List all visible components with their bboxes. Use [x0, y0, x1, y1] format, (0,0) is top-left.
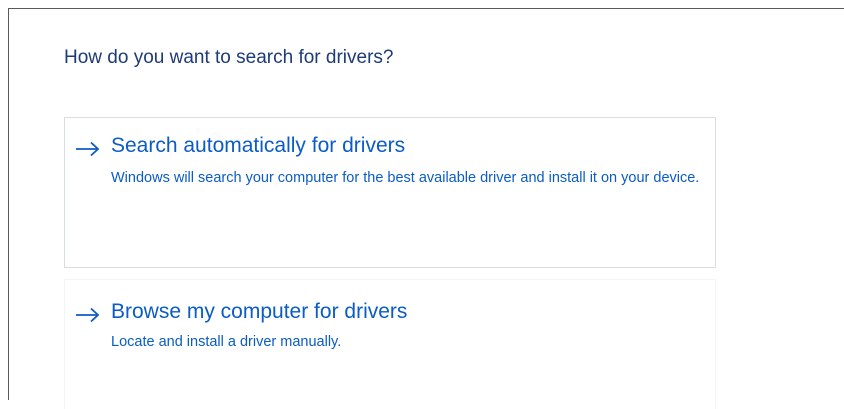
- browse-computer-option[interactable]: Browse my computer for drivers Locate an…: [64, 279, 716, 409]
- arrow-right-icon: [75, 307, 101, 323]
- update-drivers-dialog: How do you want to search for drivers? S…: [8, 8, 844, 409]
- arrow-right-icon: [75, 141, 101, 157]
- search-automatically-title: Search automatically for drivers: [111, 134, 406, 157]
- search-automatically-description: Windows will search your computer for th…: [111, 170, 700, 186]
- browse-computer-title: Browse my computer for drivers: [111, 300, 408, 323]
- browse-computer-description: Locate and install a driver manually.: [111, 334, 342, 350]
- search-automatically-option[interactable]: Search automatically for drivers Windows…: [64, 117, 716, 268]
- dialog-heading: How do you want to search for drivers?: [64, 47, 394, 68]
